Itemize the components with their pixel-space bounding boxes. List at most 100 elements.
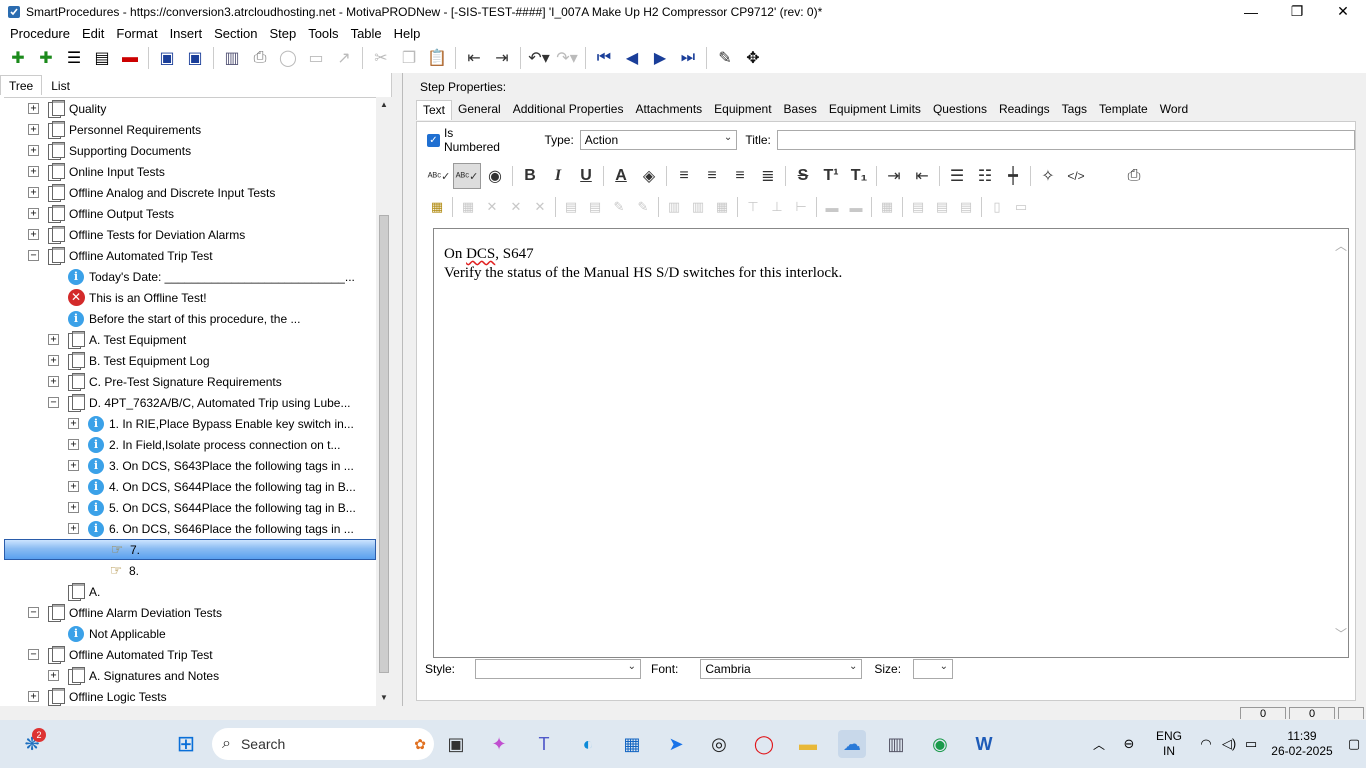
- insert-column-right-icon[interactable]: ▥: [686, 194, 710, 220]
- list-properties-icon[interactable]: ▤: [88, 45, 116, 71]
- word-icon[interactable]: W: [970, 730, 998, 758]
- split-cell-icon[interactable]: ▬: [844, 194, 868, 220]
- chevron-up-icon[interactable]: ︿: [1084, 736, 1114, 753]
- menu-format[interactable]: Format: [110, 26, 163, 41]
- tab-questions[interactable]: Questions: [927, 100, 993, 120]
- undo-icon[interactable]: ↶▾: [525, 45, 553, 71]
- misspelled-word[interactable]: DCS: [466, 246, 495, 262]
- expand-icon[interactable]: +: [28, 229, 39, 240]
- save-as-icon[interactable]: ▣: [181, 45, 209, 71]
- collapse-icon[interactable]: −: [28, 607, 39, 618]
- tab-equipment-limits[interactable]: Equipment Limits: [823, 100, 927, 120]
- menu-tools[interactable]: Tools: [302, 26, 344, 41]
- app-tool-icon[interactable]: ▥: [882, 730, 910, 758]
- menu-edit[interactable]: Edit: [76, 26, 110, 41]
- table-properties-icon[interactable]: ▦: [456, 194, 480, 220]
- symbol-icon[interactable]: ◉: [481, 163, 509, 189]
- window-icon[interactable]: ▭: [302, 45, 330, 71]
- minimize-button[interactable]: —: [1228, 0, 1274, 23]
- tab-attachments[interactable]: Attachments: [629, 100, 708, 120]
- insert-row-above-icon[interactable]: ⊤: [741, 194, 765, 220]
- remote-desktop-icon[interactable]: ➤: [662, 730, 690, 758]
- step-text-editor[interactable]: On DCS, S647 Verify the status of the Ma…: [433, 228, 1349, 658]
- expand-icon[interactable]: +: [68, 460, 79, 471]
- copy-icon[interactable]: ❐: [395, 45, 423, 71]
- tab-general[interactable]: General: [452, 100, 507, 120]
- tree-node[interactable]: − Offline Alarm Deviation Tests: [4, 602, 376, 623]
- paste-icon[interactable]: 📋: [423, 45, 451, 71]
- tree-node[interactable]: A.: [4, 581, 376, 602]
- network-status-icon[interactable]: ⊖: [1114, 736, 1144, 752]
- superscript-icon[interactable]: T¹: [817, 163, 845, 189]
- tree-node[interactable]: + Offline Output Tests: [4, 203, 376, 224]
- tab-template[interactable]: Template: [1093, 100, 1154, 120]
- tree-node[interactable]: + B. Test Equipment Log: [4, 350, 376, 371]
- add-icon[interactable]: ✚: [4, 45, 32, 71]
- outdent-icon[interactable]: ⇤: [460, 45, 488, 71]
- justify-icon[interactable]: ≣: [754, 163, 782, 189]
- tree-node[interactable]: − D. 4PT_7632A/B/C, Automated Trip using …: [4, 392, 376, 413]
- row-properties-icon[interactable]: ▤: [583, 194, 607, 220]
- expand-icon[interactable]: +: [28, 103, 39, 114]
- tree-node[interactable]: − Offline Automated Trip Test: [4, 245, 376, 266]
- tree-node[interactable]: + Offline Tests for Deviation Alarms: [4, 224, 376, 245]
- start-icon[interactable]: ⊞: [172, 730, 200, 758]
- expand-icon[interactable]: +: [68, 523, 79, 534]
- maximize-button[interactable]: ❐: [1274, 0, 1320, 23]
- increase-indent-icon[interactable]: ⇥: [880, 163, 908, 189]
- add-child-icon[interactable]: ✚: [32, 45, 60, 71]
- size-select[interactable]: ⌄: [913, 659, 954, 679]
- style-select[interactable]: ⌄: [475, 659, 642, 679]
- first-icon[interactable]: ⏮: [590, 45, 618, 71]
- expand-icon[interactable]: +: [48, 376, 59, 387]
- tree-node[interactable]: ☞ 7.: [4, 539, 376, 560]
- tree-node[interactable]: i Before the start of this procedure, the…: [4, 308, 376, 329]
- tab-additional-properties[interactable]: Additional Properties: [507, 100, 630, 120]
- underline-icon[interactable]: U: [572, 163, 600, 189]
- tree-node[interactable]: ✕ This is an Offline Test!: [4, 287, 376, 308]
- teams-icon[interactable]: T: [530, 730, 558, 758]
- chrome-icon[interactable]: ◉: [926, 730, 954, 758]
- tree-node[interactable]: + i 5. On DCS, S644Place the following tag…: [4, 497, 376, 518]
- export-icon[interactable]: ▥: [218, 45, 246, 71]
- volume-icon[interactable]: ◁): [1218, 736, 1240, 752]
- delete-column-icon[interactable]: ✕: [528, 194, 552, 220]
- magic-wand-icon[interactable]: ✧: [1034, 163, 1062, 189]
- tree-node[interactable]: + i 6. On DCS, S646Place the following tag…: [4, 518, 376, 539]
- bullet-list-icon[interactable]: ☰: [943, 163, 971, 189]
- cut-icon[interactable]: ✂: [367, 45, 395, 71]
- next-icon[interactable]: ▶: [646, 45, 674, 71]
- html-source-icon[interactable]: </>: [1062, 163, 1090, 189]
- expand-icon[interactable]: +: [28, 124, 39, 135]
- tree-node[interactable]: + A. Test Equipment: [4, 329, 376, 350]
- language-indicator[interactable]: ENG IN: [1144, 729, 1194, 759]
- tree-node[interactable]: + A. Signatures and Notes: [4, 665, 376, 686]
- tab-tree[interactable]: Tree: [0, 75, 43, 95]
- tab-text[interactable]: Text: [416, 100, 453, 120]
- tree-node[interactable]: + Supporting Documents: [4, 140, 376, 161]
- store-icon[interactable]: ▦: [618, 730, 646, 758]
- bold-icon[interactable]: B: [516, 163, 544, 189]
- menu-insert[interactable]: Insert: [164, 26, 209, 41]
- align-top-icon[interactable]: ▤: [906, 194, 930, 220]
- expand-icon[interactable]: +: [28, 166, 39, 177]
- table-borders-icon[interactable]: ▦: [875, 194, 899, 220]
- battery-icon[interactable]: ▭: [1240, 736, 1262, 752]
- save-icon[interactable]: ▣: [153, 45, 181, 71]
- editor-content[interactable]: On DCS, S647 Verify the status of the Ma…: [444, 245, 842, 283]
- list-icon[interactable]: ☰: [60, 45, 88, 71]
- merge-row-icon[interactable]: ▬: [820, 194, 844, 220]
- smartprocedures-icon[interactable]: ☁: [838, 730, 866, 758]
- tree-node[interactable]: + C. Pre-Test Signature Requirements: [4, 371, 376, 392]
- tree-node[interactable]: i Today's Date: _________________________…: [4, 266, 376, 287]
- tree-node[interactable]: − Offline Automated Trip Test: [4, 644, 376, 665]
- delete-row-icon[interactable]: ✕: [504, 194, 528, 220]
- collapse-icon[interactable]: −: [28, 250, 39, 261]
- indent-icon[interactable]: ⇥: [488, 45, 516, 71]
- tree-node[interactable]: + i 4. On DCS, S644Place the following tag…: [4, 476, 376, 497]
- tree-node[interactable]: + i 1. In RIE,Place Bypass Enable key swit…: [4, 413, 376, 434]
- italic-icon[interactable]: I: [544, 163, 572, 189]
- expand-icon[interactable]: +: [28, 208, 39, 219]
- print-preview-icon[interactable]: ⎙: [1120, 163, 1148, 189]
- decrease-indent-icon[interactable]: ⇤: [908, 163, 936, 189]
